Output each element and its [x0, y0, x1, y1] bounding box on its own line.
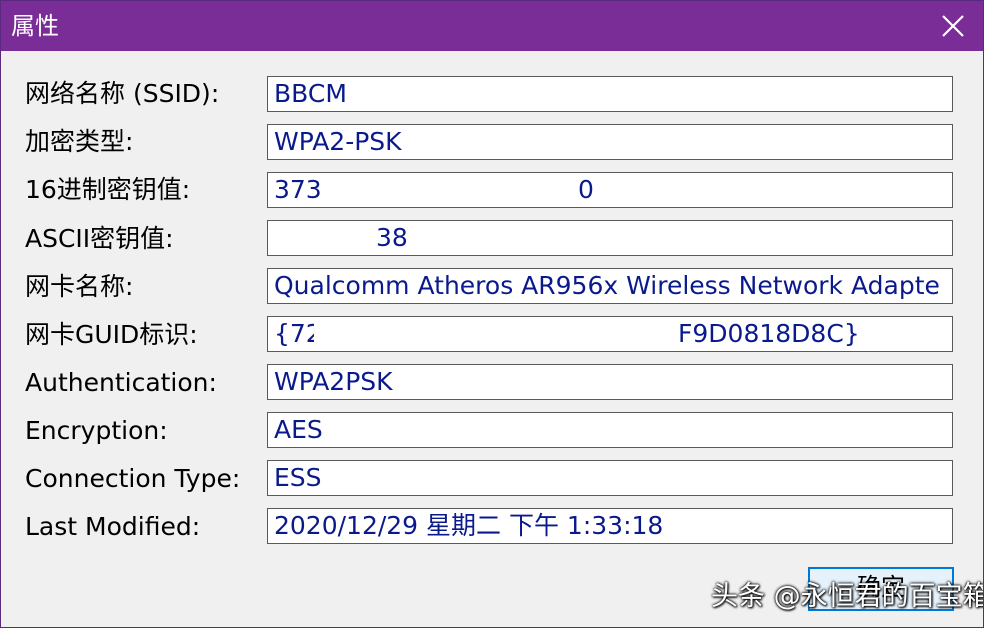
properties-dialog: 属性 网络名称 (SSID): BBCM 加密类型: WPA2-PSK 16进制… — [0, 0, 984, 628]
adapter-guid-field[interactable]: {72 F9D0818D8C} — [267, 316, 953, 352]
ascii-key-label: ASCII密钥值: — [25, 224, 174, 253]
adapter-name-value: Qualcomm Atheros AR956x Wireless Network… — [274, 271, 940, 300]
ascii-key-value-tail: 38 — [376, 223, 408, 252]
ssid-field[interactable]: BBCM — [267, 76, 953, 112]
encryption-label: Encryption: — [25, 416, 168, 445]
authentication-value: WPA2PSK — [274, 367, 393, 396]
hex-key-label: 16进制密钥值: — [25, 175, 191, 204]
last-modified-field[interactable]: 2020/12/29 星期二 下午 1:33:18 — [267, 508, 953, 544]
ascii-key-field[interactable]: 38 — [267, 220, 953, 256]
watermark: 头条 @永恒君的百宝箱 — [711, 581, 984, 612]
authentication-label: Authentication: — [25, 368, 217, 397]
adapter-guid-label: 网卡GUID标识: — [25, 320, 198, 349]
close-icon — [942, 15, 964, 37]
encryption-value: AES — [274, 415, 323, 444]
hex-key-field[interactable]: 373 0 — [267, 172, 953, 208]
encryption-type-field[interactable]: WPA2-PSK — [267, 124, 953, 160]
hex-key-value: 373 — [274, 175, 322, 204]
last-modified-label: Last Modified: — [25, 512, 201, 541]
connection-type-label: Connection Type: — [25, 464, 241, 493]
connection-type-value: ESS — [274, 463, 322, 492]
redaction-mask — [314, 317, 674, 351]
encryption-type-value: WPA2-PSK — [274, 127, 402, 156]
redaction-mask — [320, 173, 620, 207]
close-button[interactable] — [923, 1, 983, 51]
authentication-field[interactable]: WPA2PSK — [267, 364, 953, 400]
connection-type-field[interactable]: ESS — [267, 460, 953, 496]
ssid-value: BBCM — [274, 79, 347, 108]
adapter-guid-value-tail: F9D0818D8C} — [678, 319, 860, 348]
encryption-type-label: 加密类型: — [25, 127, 134, 156]
encryption-field[interactable]: AES — [267, 412, 953, 448]
last-modified-value: 2020/12/29 星期二 下午 1:33:18 — [274, 511, 664, 540]
adapter-name-field[interactable]: Qualcomm Atheros AR956x Wireless Network… — [267, 268, 953, 304]
ssid-label: 网络名称 (SSID): — [25, 79, 220, 108]
adapter-name-label: 网卡名称: — [25, 272, 134, 301]
title-bar: 属性 — [1, 1, 983, 51]
window-title: 属性 — [11, 12, 59, 40]
hex-key-value-tail: 0 — [578, 175, 594, 204]
